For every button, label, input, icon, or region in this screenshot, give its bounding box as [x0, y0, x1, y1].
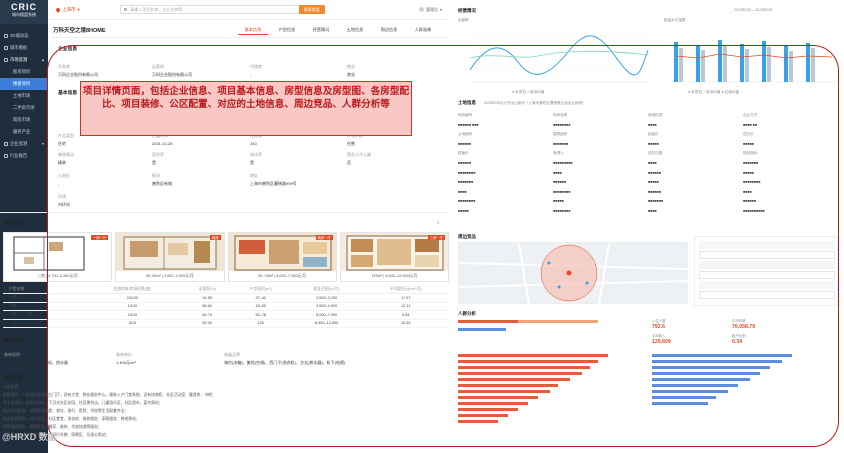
- ops-title: 经营情况: [458, 8, 476, 13]
- watermark: @HRXD 数据: [2, 432, 57, 442]
- sidebar-item-report[interactable]: 行业报告: [0, 150, 48, 162]
- tab-operation[interactable]: 经营情况: [306, 25, 336, 35]
- sidebar-item-dashboard[interactable]: 城市看板: [0, 42, 48, 54]
- sidebar-item-label: 板块项目: [13, 69, 31, 74]
- building-icon: [4, 142, 8, 146]
- sidebar-item-label: 土地市场: [13, 93, 31, 98]
- chevron-down-icon: ▾: [439, 7, 442, 12]
- sidebar-item-label: 楼盘项目: [13, 81, 31, 86]
- user-menu[interactable]: 管理员 ▾: [418, 6, 442, 13]
- sidebar-item-label: 二手房市场: [13, 105, 35, 110]
- tab-land[interactable]: 土地信息: [340, 25, 370, 35]
- search-button[interactable]: 搜索楼盘: [298, 5, 325, 14]
- dashboard-icon: [4, 46, 8, 50]
- sidebar-item-newhouse[interactable]: 新房市场: [0, 114, 48, 126]
- top-bar: 上海市 ▾ 请输入项目名称、企业名称等 搜索楼盘 管理员 ▾: [48, 0, 448, 20]
- sidebar-item-project[interactable]: 楼盘项目: [0, 78, 48, 90]
- project-tabs: 基本信息 户型信息 经营情况 土地信息 周边信息 人群画像: [238, 25, 438, 35]
- chevron-down-icon: ▾: [77, 6, 80, 12]
- tab-layout[interactable]: 户型信息: [272, 25, 302, 35]
- sidebar-item-3d[interactable]: 3D城动态: [0, 30, 48, 42]
- chevron-up-icon: ▴: [41, 57, 44, 62]
- sidebar-item-label: 企业监测: [10, 141, 28, 146]
- sidebar-item-label: 新房市场: [13, 117, 31, 122]
- ops-date-range[interactable]: 2022年2月 – 2023年2月: [734, 8, 772, 13]
- sidebar-item-secondhand[interactable]: 二手房市场: [0, 102, 48, 114]
- public-title: 公区配置: [4, 376, 24, 381]
- sidebar-item-label: 3D城动态: [10, 33, 29, 38]
- sidebar-item-block[interactable]: 板块项目: [0, 66, 48, 78]
- chevron-down-icon: ▾: [41, 141, 44, 146]
- sidebar-item-enterprise[interactable]: 企业监测 ▾: [0, 138, 48, 150]
- location-pin-icon: [55, 6, 61, 13]
- annotation-callout: 项目详情页面，包括企业信息、项目基本信息、房型信息及房型图、各房型配比、项目装修…: [80, 81, 412, 136]
- tab-surrounding[interactable]: 周边信息: [374, 25, 404, 35]
- avatar: [418, 7, 424, 12]
- brand-subtitle: 城市楼盘系统: [12, 12, 36, 17]
- sidebar-item-land[interactable]: 土地市场: [0, 90, 48, 102]
- tab-basic[interactable]: 基本信息: [238, 25, 268, 35]
- monitor-icon: [4, 58, 8, 62]
- cube-icon: [4, 34, 8, 38]
- screenshot-root: CRIC 城市楼盘系统 3D城动态 城市看板 市场监测 ▴ 板块项目 楼盘项目 土…: [0, 0, 844, 453]
- search-icon: [123, 7, 128, 12]
- floorplan-title: 户型信息: [4, 222, 24, 227]
- report-icon: [4, 154, 8, 158]
- sidebar-item-market[interactable]: 市场监测 ▴: [0, 54, 48, 66]
- sidebar-item-label: 服务产业: [13, 129, 31, 134]
- sidebar-item-label: 城市看板: [10, 45, 28, 50]
- sidebar-item-label: 行业报告: [10, 153, 28, 158]
- city-selector[interactable]: 上海市 ▾: [55, 6, 80, 13]
- sidebar-item-service[interactable]: 服务产业: [0, 126, 48, 138]
- decor-title: 装修信息: [4, 339, 24, 344]
- brand-logo[interactable]: CRIC 城市楼盘系统: [0, 0, 48, 24]
- sidebar-item-label: 市场监测: [10, 57, 28, 62]
- search-placeholder: 请输入项目名称、企业名称等: [130, 6, 183, 12]
- tab-people[interactable]: 人群画像: [408, 25, 438, 35]
- city-label: 上海市: [62, 6, 76, 12]
- search-input[interactable]: 请输入项目名称、企业名称等: [119, 5, 300, 14]
- user-name: 管理员: [425, 6, 438, 12]
- project-title: 万科天空之境8HOME: [53, 28, 106, 34]
- brand-title: CRIC: [11, 2, 37, 12]
